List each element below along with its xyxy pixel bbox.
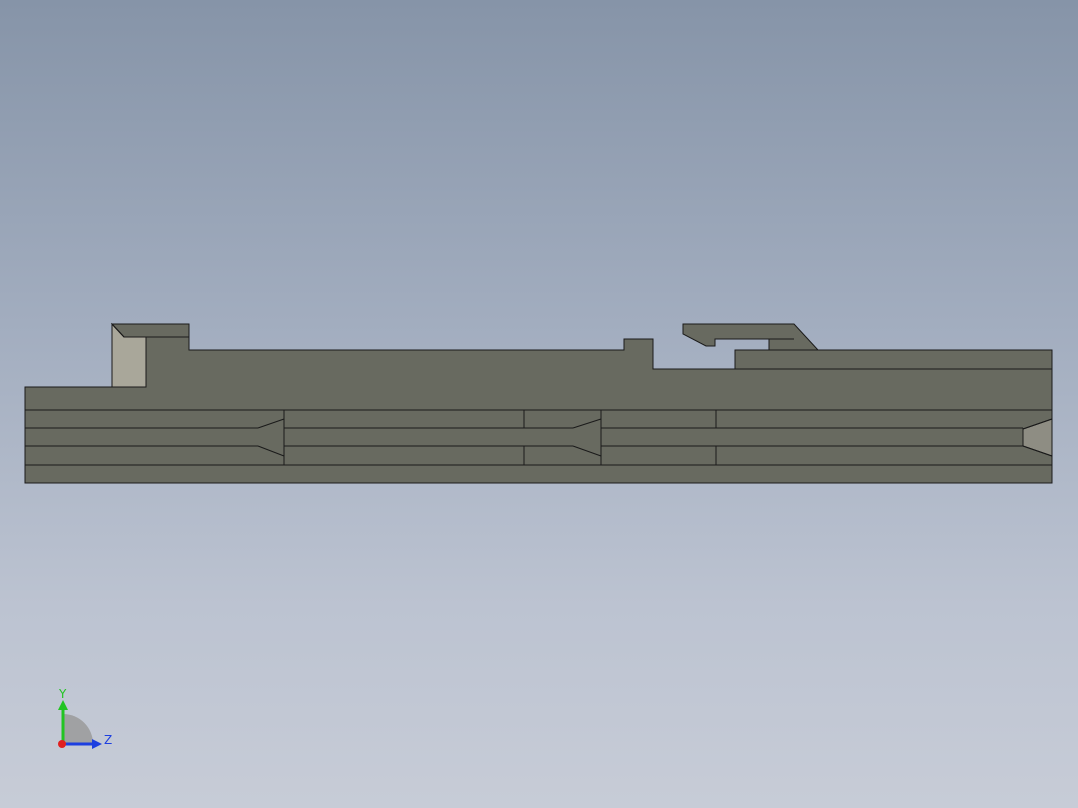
y-axis-head [58, 700, 68, 710]
graphics-viewport[interactable]: Y Z [0, 0, 1078, 808]
x-axis-dot [58, 740, 66, 748]
z-axis-label: Z [104, 733, 112, 747]
hook-arm[interactable] [682, 323, 820, 351]
z-axis-head [92, 739, 102, 749]
left-tab-top [110, 323, 190, 338]
part-model[interactable] [0, 0, 1078, 808]
y-axis-label: Y [58, 687, 67, 701]
right-step [734, 349, 1053, 370]
triad-xy-plane [63, 714, 93, 744]
model-body[interactable] [24, 323, 1053, 484]
view-triad[interactable]: Y Z [48, 684, 118, 754]
